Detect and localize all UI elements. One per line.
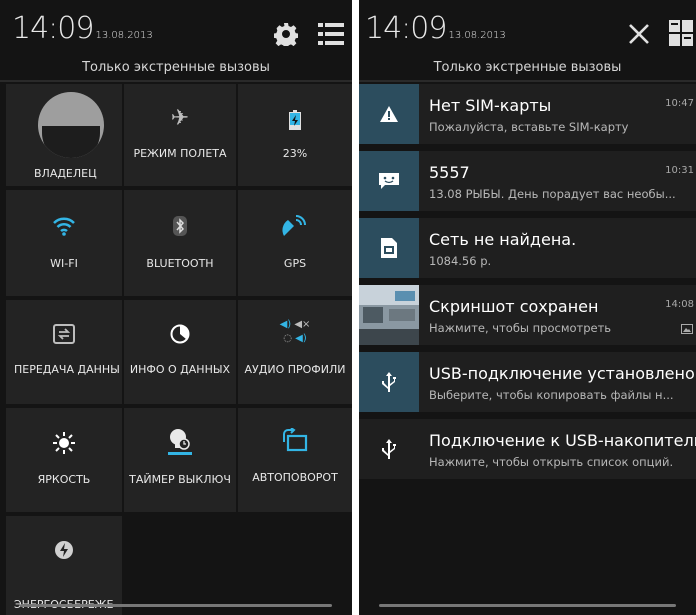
tile-power-saving[interactable]: ЭНЕРГОСБЕРЕЖЕ bbox=[6, 516, 122, 615]
tile-audio-profiles[interactable]: ◀) ◀× ◌ ◀) АУДИО ПРОФИЛИ bbox=[238, 300, 352, 404]
autorotate-icon bbox=[282, 427, 308, 461]
divider bbox=[0, 80, 352, 82]
tile-owner[interactable]: ВЛАДЕЛЕЦ bbox=[6, 84, 122, 186]
tile-label: 23% bbox=[282, 147, 308, 160]
quick-settings-grid-icon[interactable] bbox=[669, 20, 696, 48]
clear-all-close-icon[interactable] bbox=[627, 22, 651, 46]
notifications-list-icon[interactable] bbox=[318, 22, 344, 46]
notification-title: Нет SIM-карты bbox=[429, 96, 552, 115]
notification-time: 14:08 bbox=[665, 299, 694, 310]
sleep-timer-icon bbox=[168, 428, 192, 463]
message-icon bbox=[359, 151, 419, 211]
notification-text: Пожалуйста, вставьте SIM-карту bbox=[429, 120, 629, 134]
data-transfer-icon bbox=[53, 324, 75, 351]
tile-gps[interactable]: GPS bbox=[238, 190, 352, 296]
notification-usb-storage[interactable]: Подключение к USB-накопителю Нажмите, чт… bbox=[359, 419, 696, 479]
notification-text: 13.08 РЫБЫ. День порадует вас необы... bbox=[429, 187, 676, 201]
notification-title: 5557 bbox=[429, 163, 470, 182]
notification-message[interactable]: 5557 13.08 РЫБЫ. День порадует вас необы… bbox=[359, 151, 696, 211]
sim-icon bbox=[359, 218, 419, 278]
notification-text: 1084.56 р. bbox=[429, 254, 492, 268]
quick-settings-panel: 14:09 13.08.2013 Только экстренные вызовы… bbox=[0, 0, 352, 615]
tile-sleep-timer[interactable]: ТАЙМЕР ВЫКЛЮЧ bbox=[124, 408, 236, 512]
warning-icon bbox=[359, 84, 419, 144]
tile-label: ВЛАДЕЛЕЦ bbox=[34, 167, 97, 180]
tile-label: АУДИО ПРОФИЛИ bbox=[244, 363, 346, 376]
notification-title: Сеть не найдена. bbox=[429, 230, 577, 249]
clock: 14:09 13.08.2013 bbox=[12, 12, 153, 53]
battery-icon bbox=[289, 110, 301, 137]
notification-text: Выберите, чтобы копировать файлы н... bbox=[429, 388, 674, 402]
gps-satellite-icon bbox=[282, 214, 308, 245]
notification-title: USB-подключение установлено bbox=[429, 364, 695, 383]
notification-title: Подключение к USB-накопителю bbox=[429, 431, 696, 450]
emergency-calls-text: Только экстренные вызовы bbox=[82, 60, 270, 75]
audio-profiles-icon: ◀) ◀× ◌ ◀) bbox=[279, 319, 311, 344]
settings-gear-icon[interactable] bbox=[273, 22, 299, 49]
tile-data-info[interactable]: ИНФО О ДАННЫХ bbox=[124, 300, 236, 404]
notification-time: 10:31 bbox=[665, 165, 694, 176]
tile-wifi[interactable]: WI-FI bbox=[6, 190, 122, 296]
tile-battery[interactable]: 23% bbox=[238, 84, 352, 186]
clock: 14:09 13.08.2013 bbox=[365, 12, 506, 53]
notifications-panel: 14:09 13.08.2013 Только экстренные вызовы… bbox=[359, 0, 696, 615]
tile-label: ТАЙМЕР ВЫКЛЮЧ bbox=[129, 473, 231, 486]
notification-title: Скриншот сохранен bbox=[429, 297, 599, 316]
tile-bluetooth[interactable]: BLUETOOTH bbox=[124, 190, 236, 296]
usb-icon bbox=[359, 419, 419, 479]
nav-bar-indicator bbox=[379, 604, 676, 607]
bluetooth-icon bbox=[173, 216, 187, 243]
clock-time: 14:09 bbox=[365, 11, 447, 46]
nav-bar-indicator bbox=[20, 604, 332, 607]
power-saving-icon bbox=[54, 540, 74, 567]
tile-label: РЕЖИМ ПОЛЕТА bbox=[133, 147, 227, 160]
clock-time: 14:09 bbox=[12, 11, 94, 46]
usb-icon bbox=[359, 352, 419, 412]
tile-autorotate[interactable]: АВТОПОВОРОТ bbox=[238, 408, 352, 512]
notification-network[interactable]: Сеть не найдена. 1084.56 р. bbox=[359, 218, 696, 278]
tile-label: WI-FI bbox=[50, 257, 78, 270]
tile-label: ЯРКОСТЬ bbox=[37, 473, 91, 486]
tile-brightness[interactable]: ЯРКОСТЬ bbox=[6, 408, 122, 512]
clock-date: 13.08.2013 bbox=[95, 30, 153, 41]
notification-no-sim[interactable]: Нет SIM-карты Пожалуйста, вставьте SIM-к… bbox=[359, 84, 696, 144]
emergency-calls-text: Только экстренные вызовы bbox=[433, 60, 622, 75]
tile-label: GPS bbox=[283, 257, 307, 270]
avatar bbox=[38, 92, 104, 158]
brightness-icon bbox=[53, 432, 75, 461]
notification-text: Нажмите, чтобы открыть список опций. bbox=[429, 455, 674, 469]
clock-date: 13.08.2013 bbox=[448, 30, 506, 41]
data-usage-icon bbox=[170, 324, 190, 351]
tile-data-transfer[interactable]: ПЕРЕДАЧА ДАННЫ bbox=[6, 300, 122, 404]
notification-screenshot[interactable]: Скриншот сохранен Нажмите, чтобы просмот… bbox=[359, 285, 696, 345]
gallery-icon bbox=[681, 319, 693, 338]
tile-label: ПЕРЕДАЧА ДАННЫ bbox=[14, 363, 120, 376]
tile-label: АВТОПОВОРОТ bbox=[252, 471, 338, 484]
screenshot-thumbnail bbox=[359, 285, 419, 345]
tile-label: ИНФО О ДАННЫХ bbox=[129, 363, 231, 376]
notification-time: 10:47 bbox=[665, 98, 694, 109]
notification-usb-connected[interactable]: USB-подключение установлено Выберите, чт… bbox=[359, 352, 696, 412]
airplane-icon: ✈ bbox=[170, 106, 190, 131]
tile-airplane-mode[interactable]: ✈ РЕЖИМ ПОЛЕТА bbox=[124, 84, 236, 186]
notification-text: Нажмите, чтобы просмотреть bbox=[429, 321, 612, 335]
divider bbox=[359, 80, 696, 82]
wifi-icon bbox=[52, 216, 76, 243]
tile-label: BLUETOOTH bbox=[146, 257, 214, 270]
